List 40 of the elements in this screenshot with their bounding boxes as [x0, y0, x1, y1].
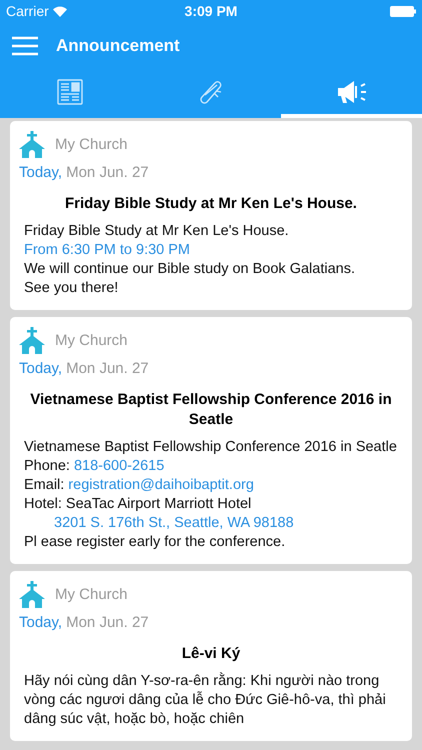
post-text: We will continue our Bible study on Book Galatians.	[24, 260, 355, 279]
post-title: Friday Bible Study at Mr Ken Le's House.	[64, 194, 358, 214]
day-label: Today,	[19, 360, 62, 377]
day-label: Today,	[19, 164, 62, 181]
church-name: My Church	[55, 586, 128, 603]
post-text: Vietnamese Baptist Fellowship Conference 2016 in Seatle	[24, 438, 397, 457]
scroll-icon	[198, 79, 224, 105]
post-text: Pl ease register early for the conference.	[24, 533, 286, 552]
post-text: Email:	[24, 476, 64, 495]
announcement-card[interactable]: My Church Today, Mon Jun. 27 Lê-vi Ký Hãy nói cùng dân Y-sơ-ra-ên rằng: Khi người nào trong vòng các ngươi dâng của lễ cho Đức Giê-hô-va, thì phải dâng súc vật, hoặc bò, hoặc chiên	[10, 571, 412, 741]
post-text: Hotel: SeaTac Airport Marriott Hotel	[24, 495, 252, 514]
status-time: 3:09 PM	[184, 3, 238, 19]
post-text: Phone:	[24, 457, 70, 476]
church-name: My Church	[55, 332, 128, 349]
day-label: Today,	[19, 614, 62, 631]
church-name: My Church	[55, 136, 128, 153]
announcement-card[interactable]	[10, 317, 412, 564]
post-text: Hãy nói cùng dân Y-sơ-ra-ên rằng: Khi người nào trong vòng các ngươi dâng của lễ cho Đức Giê-hô-va, thì phải dâng súc vật, hoặc bò, hoặc chiên	[24, 672, 387, 729]
announcement-card[interactable]	[10, 121, 412, 310]
newspaper-icon	[57, 79, 84, 105]
post-link[interactable]: registration@daihoibaptit.org	[68, 476, 254, 495]
menu-button[interactable]	[12, 36, 38, 56]
church-icon	[19, 131, 45, 158]
post-date: Mon Jun. 27	[66, 614, 149, 631]
carrier-label: Carrier	[6, 3, 49, 19]
post-link[interactable]: 818-600-2615	[74, 457, 164, 476]
battery-icon	[390, 6, 416, 16]
post-text: See you there!	[24, 279, 118, 298]
megaphone-icon	[336, 79, 368, 105]
post-title: Vietnamese Baptist Fellowship Conference 2016 in Seatle	[29, 390, 393, 430]
page-title: Announcement	[56, 36, 180, 56]
post-link[interactable]: From 6:30 PM to 9:30 PM	[24, 241, 190, 260]
wifi-icon	[52, 6, 67, 16]
post-date: Mon Jun. 27	[66, 360, 149, 377]
church-icon	[19, 581, 45, 608]
post-link[interactable]: 3201 S. 176th St., Seattle, WA 98188	[54, 514, 294, 533]
post-text: Friday Bible Study at Mr Ken Le's House.	[24, 222, 289, 241]
church-icon	[19, 327, 45, 354]
post-title: Lê-vi Ký	[180, 644, 242, 664]
post-date: Mon Jun. 27	[66, 164, 149, 181]
